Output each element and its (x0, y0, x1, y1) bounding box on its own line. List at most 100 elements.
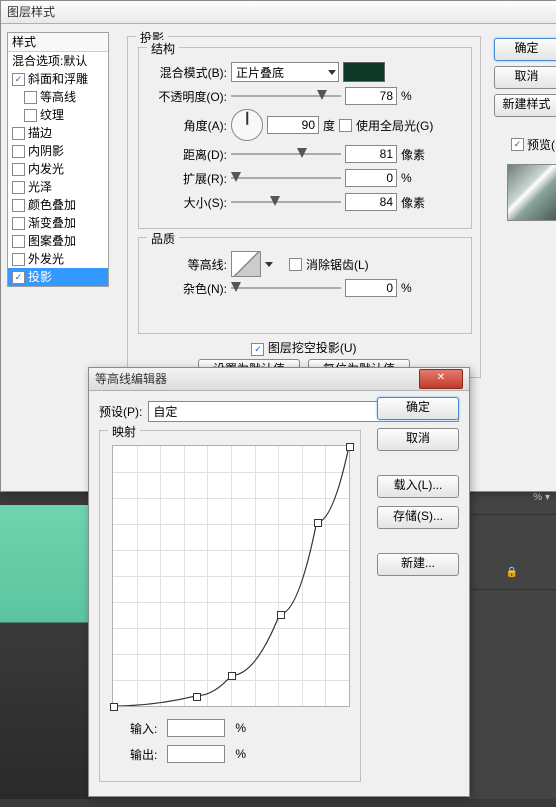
style-item-label: 内阴影 (28, 142, 64, 160)
style-item-斜面和浮雕[interactable]: ✓斜面和浮雕 (8, 70, 108, 88)
opacity-input[interactable]: 78 (345, 87, 397, 105)
curve-point[interactable] (110, 703, 118, 711)
angle-label: 角度(A): (147, 117, 227, 134)
panel-right: % ▾ 🔒 (468, 490, 556, 799)
style-list: 样式 混合选项:默认 ✓斜面和浮雕等高线纹理描边内阴影内发光光泽颜色叠加渐变叠加… (7, 32, 109, 287)
style-item-内发光[interactable]: 内发光 (8, 160, 108, 178)
unit-px: 像素 (401, 146, 425, 163)
angle-dial[interactable] (231, 109, 263, 141)
style-item-渐变叠加[interactable]: 渐变叠加 (8, 214, 108, 232)
curve-point[interactable] (346, 443, 354, 451)
distance-input[interactable]: 81 (345, 145, 397, 163)
curve-point[interactable] (277, 611, 285, 619)
style-item-label: 颜色叠加 (28, 196, 76, 214)
new-button[interactable]: 新建... (377, 553, 459, 576)
opacity-label: 不透明度(O): (147, 88, 227, 105)
knockout-checkbox[interactable]: ✓ (251, 343, 264, 356)
blend-mode-dropdown[interactable]: 正片叠底 (231, 62, 339, 82)
output-field[interactable] (167, 745, 225, 763)
style-item-光泽[interactable]: 光泽 (8, 178, 108, 196)
lock-icon: 🔒 (468, 565, 556, 590)
save-button[interactable]: 存储(S)... (377, 506, 459, 529)
style-item-投影[interactable]: ✓投影 (8, 268, 108, 286)
style-item-颜色叠加[interactable]: 颜色叠加 (8, 196, 108, 214)
style-checkbox[interactable] (12, 181, 25, 194)
chevron-down-icon (328, 70, 336, 75)
output-label: 输出: (130, 746, 157, 763)
style-list-header[interactable]: 样式 (8, 33, 108, 52)
style-item-图案叠加[interactable]: 图案叠加 (8, 232, 108, 250)
style-checkbox[interactable] (24, 91, 37, 104)
style-item-内阴影[interactable]: 内阴影 (8, 142, 108, 160)
load-button[interactable]: 载入(L)... (377, 475, 459, 498)
size-input[interactable]: 84 (345, 193, 397, 211)
ok-button[interactable]: 确定 (494, 38, 556, 61)
style-checkbox[interactable] (12, 163, 25, 176)
curve-point[interactable] (193, 693, 201, 701)
blend-mode-label: 混合模式(B): (147, 64, 227, 81)
unit-pct2: % (401, 171, 412, 185)
style-item-描边[interactable]: 描边 (8, 124, 108, 142)
style-checkbox[interactable] (24, 109, 37, 122)
style-checkbox[interactable] (12, 217, 25, 230)
unit-deg: 度 (323, 117, 335, 134)
output-row: 输出: % (130, 745, 246, 763)
style-checkbox[interactable] (12, 253, 25, 266)
input-field[interactable] (167, 719, 225, 737)
preview-toggle[interactable]: ✓预览( (511, 136, 555, 153)
style-item-label: 光泽 (28, 178, 52, 196)
spread-slider[interactable] (231, 170, 341, 186)
structure-label: 结构 (147, 40, 179, 57)
editor-ok-button[interactable]: 确定 (377, 397, 459, 420)
style-item-label: 描边 (28, 124, 52, 142)
style-item-label: 投影 (28, 268, 52, 286)
style-checkbox[interactable]: ✓ (12, 271, 25, 284)
blend-options[interactable]: 混合选项:默认 (8, 52, 108, 70)
knockout-label: 图层挖空投影(U) (268, 341, 357, 355)
angle-input[interactable]: 90 (267, 116, 319, 134)
drop-shadow-section: 投影 结构 混合模式(B): 正片叠底 不透明度(O): 78 % (127, 36, 481, 378)
curve-point[interactable] (228, 672, 236, 680)
structure-group: 结构 混合模式(B): 正片叠底 不透明度(O): 78 % 角度(A): (138, 47, 472, 229)
opacity-slider[interactable] (231, 88, 341, 104)
style-checkbox[interactable] (12, 235, 25, 248)
curve-canvas[interactable] (112, 445, 350, 707)
panel-pct[interactable]: % ▾ (468, 490, 556, 515)
contour-label: 等高线: (147, 256, 227, 273)
input-label: 输入: (130, 720, 157, 737)
spread-label: 扩展(R): (147, 170, 227, 187)
style-item-外发光[interactable]: 外发光 (8, 250, 108, 268)
close-button[interactable]: ✕ (419, 369, 463, 389)
global-light-checkbox[interactable] (339, 119, 352, 132)
style-item-label: 纹理 (40, 106, 64, 124)
shadow-color-swatch[interactable] (343, 62, 385, 82)
cancel-button[interactable]: 取消 (494, 66, 556, 89)
chevron-down-icon[interactable] (265, 262, 273, 267)
style-item-label: 等高线 (40, 88, 76, 106)
noise-slider[interactable] (231, 280, 341, 296)
editor-cancel-button[interactable]: 取消 (377, 428, 459, 451)
distance-label: 距离(D): (147, 146, 227, 163)
style-item-label: 图案叠加 (28, 232, 76, 250)
anti-alias-checkbox[interactable] (289, 258, 302, 271)
style-item-label: 渐变叠加 (28, 214, 76, 232)
distance-slider[interactable] (231, 146, 341, 162)
preset-label: 预设(P): (99, 403, 142, 420)
dialog-title: 图层样式 (1, 1, 556, 24)
curve-path (113, 446, 349, 706)
editor-buttons: 确定 取消 载入(L)... 存储(S)... 新建... (377, 397, 459, 576)
curve-point[interactable] (314, 519, 322, 527)
style-checkbox[interactable]: ✓ (12, 73, 25, 86)
style-checkbox[interactable] (12, 145, 25, 158)
size-slider[interactable] (231, 194, 341, 210)
editor-title-bar: 等高线编辑器 ✕ (89, 368, 469, 391)
new-style-button[interactable]: 新建样式 (494, 94, 556, 117)
noise-input[interactable]: 0 (345, 279, 397, 297)
input-row: 输入: % (130, 719, 246, 737)
style-checkbox[interactable] (12, 199, 25, 212)
style-item-等高线[interactable]: 等高线 (8, 88, 108, 106)
spread-input[interactable]: 0 (345, 169, 397, 187)
style-checkbox[interactable] (12, 127, 25, 140)
contour-preview[interactable] (231, 251, 261, 277)
style-item-纹理[interactable]: 纹理 (8, 106, 108, 124)
